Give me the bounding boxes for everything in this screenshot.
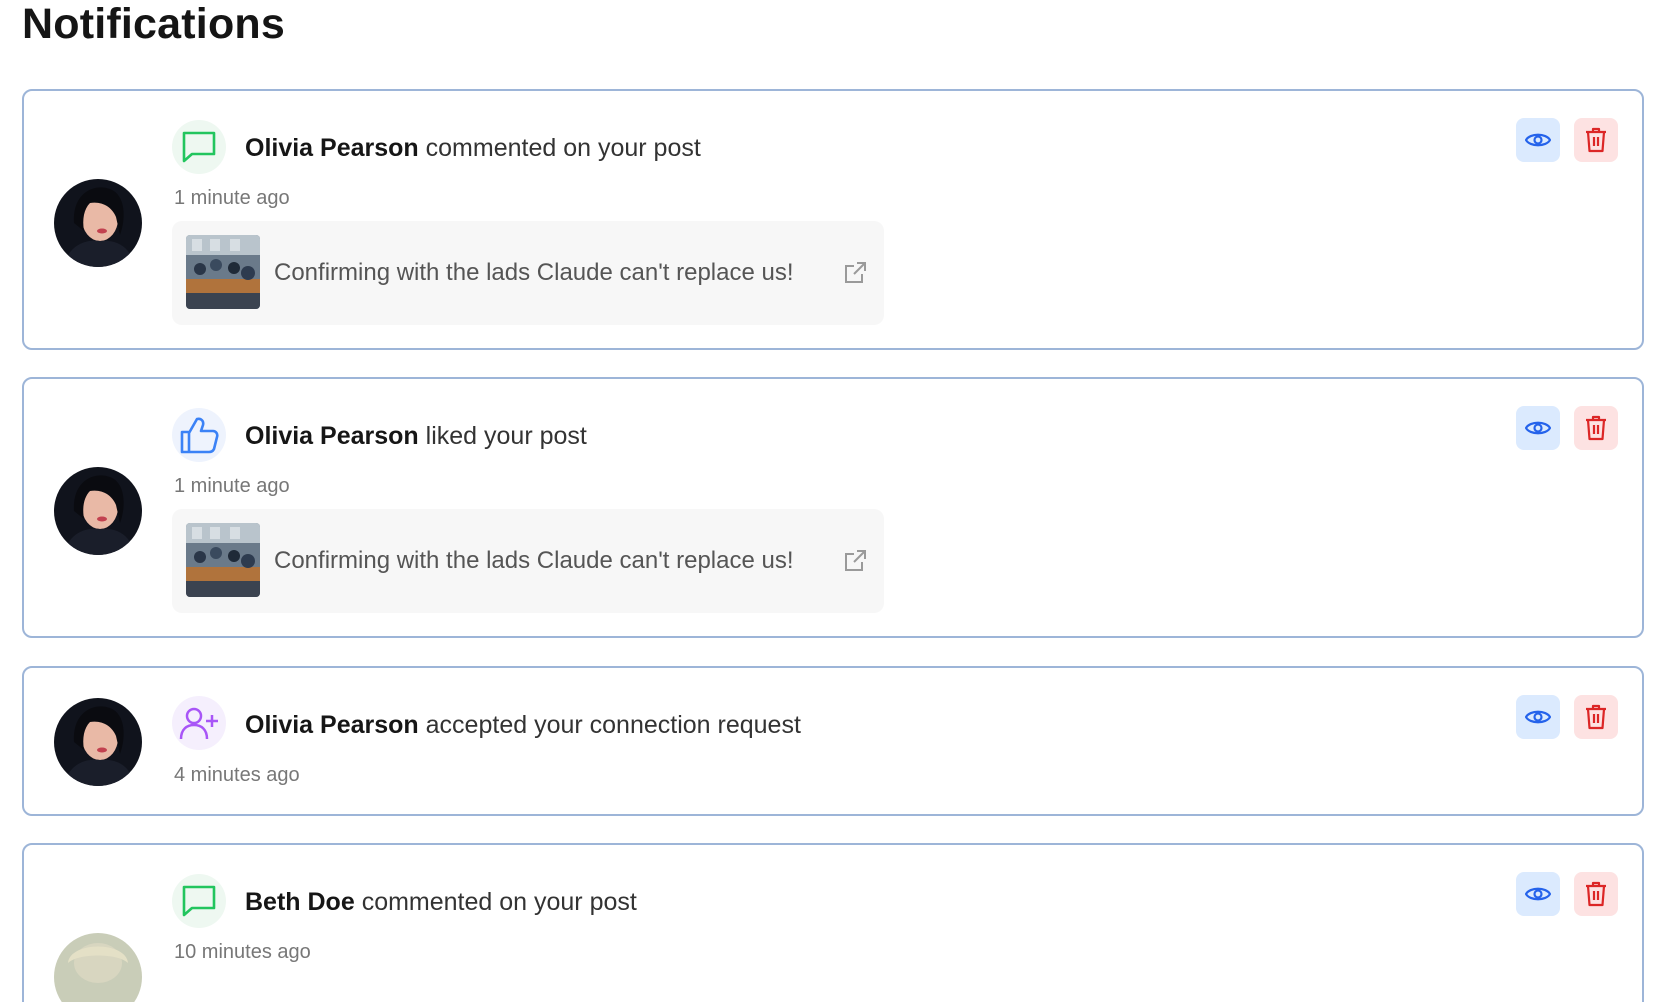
notification-card: Olivia Pearson accepted your connection … xyxy=(22,666,1644,816)
avatar[interactable] xyxy=(54,179,142,267)
post-text: Confirming with the lads Claude can't re… xyxy=(274,259,794,286)
notification-action: commented on your post xyxy=(361,888,637,916)
notification-action: commented on your post xyxy=(425,134,701,162)
post-preview[interactable]: Confirming with the lads Claude can't re… xyxy=(172,221,884,325)
view-button[interactable] xyxy=(1516,695,1560,739)
view-button[interactable] xyxy=(1516,872,1560,916)
page-title: Notifications xyxy=(22,0,285,48)
actor-name[interactable]: Olivia Pearson xyxy=(245,422,419,450)
post-thumbnail xyxy=(186,523,260,597)
notification-time: 1 minute ago xyxy=(174,475,290,497)
eye-icon xyxy=(1525,421,1551,435)
notification-time: 1 minute ago xyxy=(174,187,290,209)
delete-button[interactable] xyxy=(1574,695,1618,739)
avatar[interactable] xyxy=(54,933,142,1002)
actor-name[interactable]: Olivia Pearson xyxy=(245,134,419,162)
notification-action: liked your post xyxy=(425,422,587,450)
post-preview[interactable]: Confirming with the lads Claude can't re… xyxy=(172,509,884,613)
notification-headline: Olivia Pearson accepted your connection … xyxy=(245,710,801,740)
notification-card: Olivia Pearson commented on your post 1 … xyxy=(22,89,1644,350)
comment-icon xyxy=(172,874,226,928)
external-link-icon[interactable] xyxy=(842,548,868,574)
notification-card: Olivia Pearson liked your post 1 minute … xyxy=(22,377,1644,638)
external-link-icon[interactable] xyxy=(842,260,868,286)
trash-icon xyxy=(1586,127,1606,153)
trash-icon xyxy=(1586,881,1606,907)
notification-time: 10 minutes ago xyxy=(174,941,311,963)
eye-icon xyxy=(1525,887,1551,901)
notification-action: accepted your connection request xyxy=(425,711,801,739)
notifications-page: Notifications Olivia Pearson commented o… xyxy=(0,0,1659,1002)
delete-button[interactable] xyxy=(1574,872,1618,916)
comment-icon xyxy=(172,120,226,174)
notification-headline: Beth Doe commented on your post xyxy=(245,887,637,917)
notification-headline: Olivia Pearson commented on your post xyxy=(245,133,701,163)
thumbs-up-icon xyxy=(172,408,226,462)
notification-card: Beth Doe commented on your post 10 minut… xyxy=(22,843,1644,1002)
actor-name[interactable]: Beth Doe xyxy=(245,888,355,916)
actor-name[interactable]: Olivia Pearson xyxy=(245,711,419,739)
notification-headline: Olivia Pearson liked your post xyxy=(245,421,587,451)
post-text: Confirming with the lads Claude can't re… xyxy=(274,547,794,574)
view-button[interactable] xyxy=(1516,118,1560,162)
notification-time: 4 minutes ago xyxy=(174,764,300,786)
user-plus-icon xyxy=(172,696,226,750)
eye-icon xyxy=(1525,133,1551,147)
trash-icon xyxy=(1586,704,1606,730)
avatar[interactable] xyxy=(54,698,142,786)
eye-icon xyxy=(1525,710,1551,724)
trash-icon xyxy=(1586,415,1606,441)
delete-button[interactable] xyxy=(1574,118,1618,162)
delete-button[interactable] xyxy=(1574,406,1618,450)
post-thumbnail xyxy=(186,235,260,309)
avatar[interactable] xyxy=(54,467,142,555)
view-button[interactable] xyxy=(1516,406,1560,450)
